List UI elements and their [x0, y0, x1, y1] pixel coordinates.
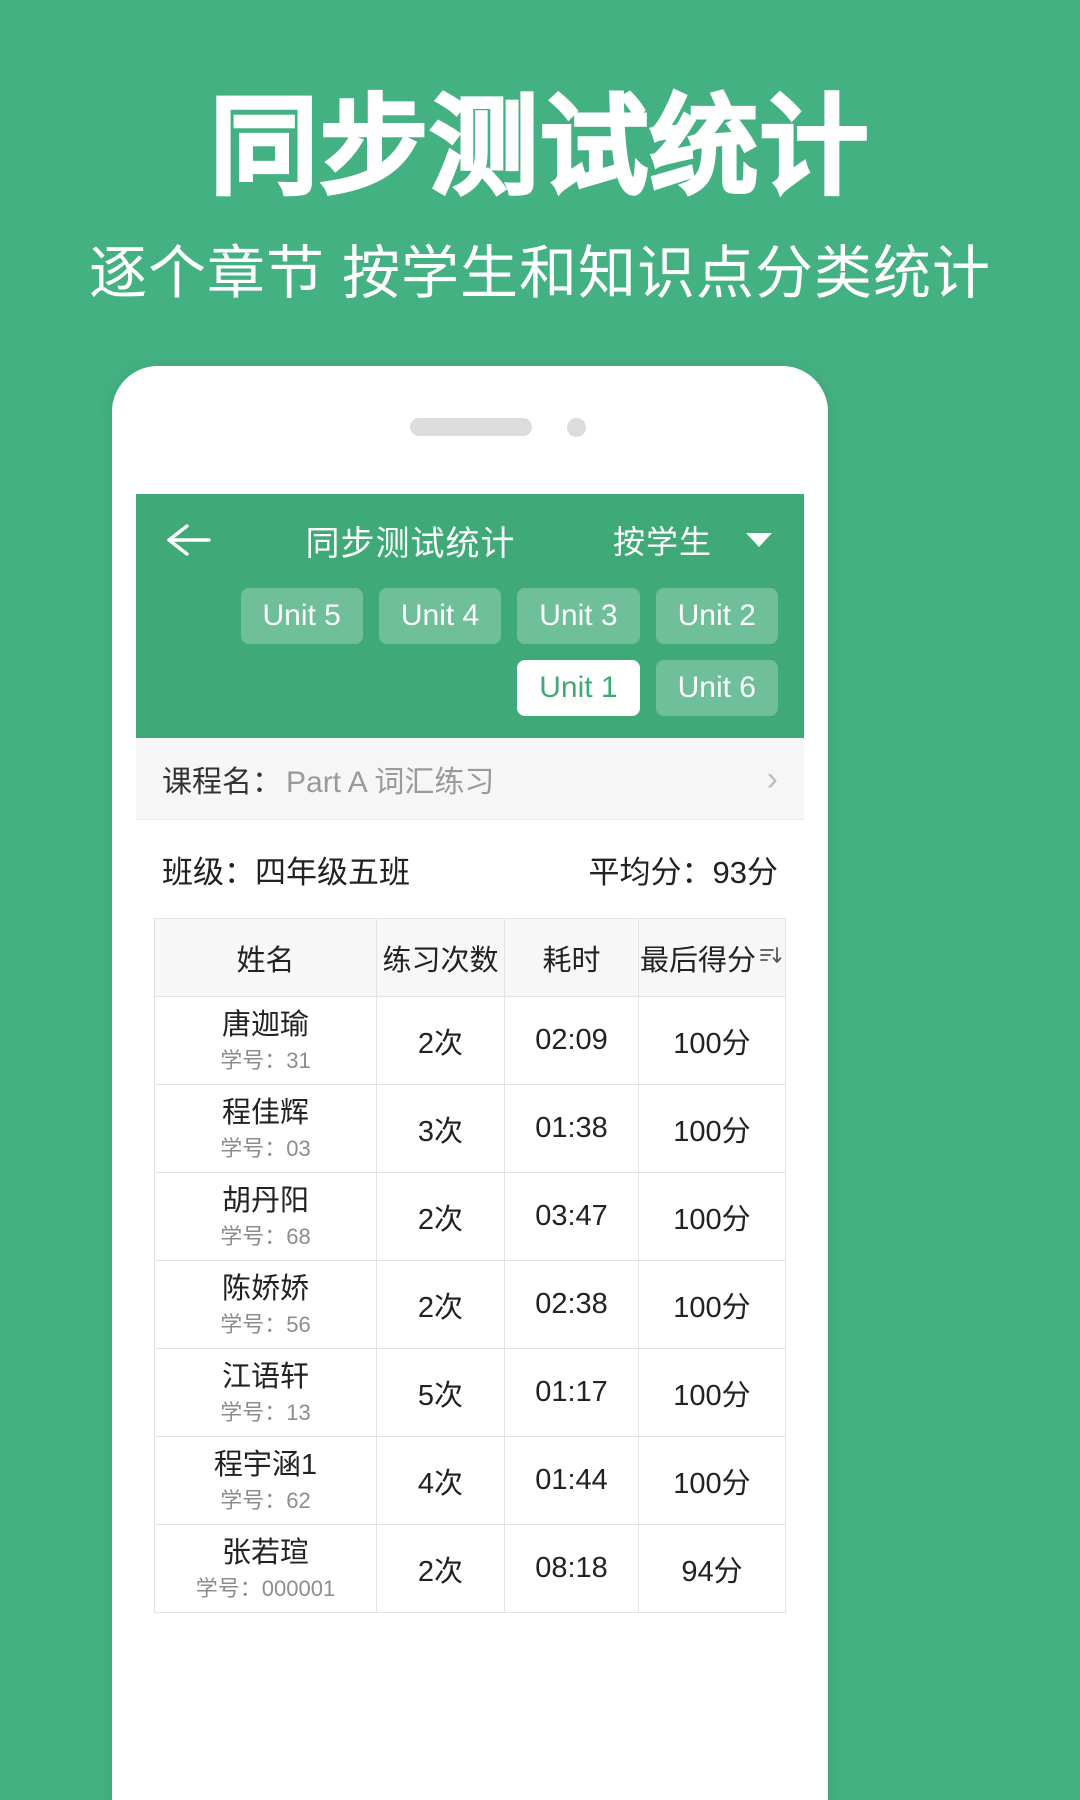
- column-header-time: 耗时: [505, 919, 639, 996]
- final-score-cell: 100分: [673, 1291, 751, 1324]
- student-name: 张若瑄: [221, 1536, 309, 1569]
- final-score-cell: 94分: [681, 1555, 743, 1588]
- unit-chip[interactable]: Unit 6: [655, 660, 778, 716]
- student-name-cell: 江语轩 学号：13: [155, 1349, 377, 1436]
- column-header-count: 练习次数: [377, 919, 505, 996]
- promo-header: 同步测试统计 逐个章节 按学生和知识点分类统计: [0, 0, 1080, 360]
- mode-selector-label[interactable]: 按学生: [613, 517, 712, 563]
- practice-count-cell: 2次: [377, 997, 505, 1084]
- student-id: 学号：56: [220, 1311, 311, 1337]
- table-row[interactable]: 张若瑄 学号：000001 2次 08:18 94分: [155, 1525, 785, 1613]
- student-name-cell: 胡丹阳 学号：68: [155, 1173, 377, 1260]
- student-name-cell: 唐迦瑜 学号：31: [155, 997, 377, 1084]
- student-name: 胡丹阳: [221, 1184, 309, 1217]
- table-row[interactable]: 程佳辉 学号：03 3次 01:38 100分: [155, 1085, 785, 1173]
- promo-title: 同步测试统计: [208, 85, 870, 210]
- student-name: 唐迦瑜: [221, 1008, 309, 1041]
- final-score-cell: 100分: [673, 1115, 751, 1148]
- class-name-label: 班级：四年级五班: [162, 854, 410, 890]
- duration-cell: 01:44: [505, 1437, 639, 1524]
- unit-chip-selected[interactable]: Unit 1: [517, 660, 640, 716]
- unit-chip[interactable]: Unit 3: [517, 588, 640, 644]
- promo-subtitle: 逐个章节 按学生和知识点分类统计: [88, 241, 992, 306]
- student-name: 程佳辉: [221, 1096, 309, 1129]
- unit-chip[interactable]: Unit 2: [655, 588, 778, 644]
- table-row[interactable]: 胡丹阳 学号：68 2次 03:47 100分: [155, 1173, 785, 1261]
- average-score-label: 平均分：93分: [588, 854, 778, 890]
- practice-count-cell: 3次: [377, 1085, 505, 1172]
- student-name: 程宇涵1: [213, 1448, 318, 1481]
- student-name: 江语轩: [221, 1360, 309, 1393]
- phone-mockup: 同步测试统计 按学生 Unit 5 Unit 4 Unit 3 Unit 2 U…: [112, 366, 828, 1800]
- phone-bezel: [112, 366, 828, 494]
- caret-down-icon[interactable]: [746, 533, 772, 547]
- practice-count-cell: 2次: [377, 1261, 505, 1348]
- course-selector-row[interactable]: 课程名： Part A 词汇练习 ›: [136, 738, 804, 820]
- sort-descending-icon[interactable]: [758, 943, 784, 977]
- student-id: 学号：13: [220, 1399, 311, 1425]
- unit-chip[interactable]: Unit 4: [378, 588, 502, 644]
- column-header-name: 姓名: [155, 919, 377, 996]
- practice-count-cell: 4次: [377, 1437, 505, 1524]
- table-row[interactable]: 程宇涵1 学号：62 4次 01:44 100分: [155, 1437, 785, 1525]
- table-row[interactable]: 陈娇娇 学号：56 2次 02:38 100分: [155, 1261, 785, 1349]
- duration-cell: 03:47: [505, 1173, 639, 1260]
- student-id: 学号：000001: [195, 1575, 336, 1601]
- table-header-row: 姓名 练习次数 耗时 最后得分: [155, 919, 785, 997]
- speaker-grille-icon: [410, 418, 532, 436]
- duration-cell: 02:38: [505, 1261, 639, 1348]
- duration-cell: 01:38: [505, 1085, 639, 1172]
- student-id: 学号：03: [220, 1135, 311, 1161]
- student-id: 学号：62: [220, 1487, 311, 1513]
- final-score-cell: 100分: [673, 1027, 751, 1060]
- chevron-right-icon[interactable]: ›: [767, 762, 778, 796]
- table-body: 唐迦瑜 学号：31 2次 02:09 100分 程佳辉 学号：03 3次 01:…: [155, 997, 785, 1613]
- student-name-cell: 程佳辉 学号：03: [155, 1085, 377, 1172]
- student-stats-table: 姓名 练习次数 耗时 最后得分 唐迦瑜 学号：31 2次 02:09 100分 …: [154, 918, 786, 1613]
- duration-cell: 02:09: [505, 997, 639, 1084]
- unit-chip-list: Unit 5 Unit 4 Unit 3 Unit 2 Unit 1 Unit …: [136, 586, 804, 722]
- student-name-cell: 程宇涵1 学号：62: [155, 1437, 377, 1524]
- page-title: 同步测试统计: [305, 524, 516, 563]
- app-screen: 同步测试统计 按学生 Unit 5 Unit 4 Unit 3 Unit 2 U…: [136, 494, 804, 1800]
- app-bar-row: 同步测试统计 按学生: [136, 494, 804, 586]
- student-id: 学号：68: [220, 1223, 311, 1249]
- table-row[interactable]: 江语轩 学号：13 5次 01:17 100分: [155, 1349, 785, 1437]
- unit-chip[interactable]: Unit 5: [240, 588, 363, 644]
- student-name: 陈娇娇: [221, 1272, 309, 1305]
- duration-cell: 08:18: [505, 1525, 639, 1612]
- column-header-score[interactable]: 最后得分: [639, 919, 785, 996]
- class-info-row: 班级：四年级五班 平均分：93分: [136, 820, 804, 918]
- front-camera-icon: [567, 418, 586, 437]
- student-id: 学号：31: [220, 1047, 311, 1073]
- student-name-cell: 张若瑄 学号：000001: [155, 1525, 377, 1612]
- student-name-cell: 陈娇娇 学号：56: [155, 1261, 377, 1348]
- practice-count-cell: 2次: [377, 1173, 505, 1260]
- arrow-left-icon[interactable]: [162, 514, 214, 566]
- column-header-score-label: 最后得分: [639, 944, 756, 977]
- course-label: 课程名：: [162, 765, 282, 799]
- final-score-cell: 100分: [673, 1203, 751, 1236]
- final-score-cell: 100分: [673, 1379, 751, 1412]
- app-bar: 同步测试统计 按学生 Unit 5 Unit 4 Unit 3 Unit 2 U…: [136, 494, 804, 738]
- duration-cell: 01:17: [505, 1349, 639, 1436]
- course-value: Part A 词汇练习: [286, 765, 495, 799]
- practice-count-cell: 2次: [377, 1525, 505, 1612]
- table-row[interactable]: 唐迦瑜 学号：31 2次 02:09 100分: [155, 997, 785, 1085]
- practice-count-cell: 5次: [377, 1349, 505, 1436]
- final-score-cell: 100分: [673, 1467, 751, 1500]
